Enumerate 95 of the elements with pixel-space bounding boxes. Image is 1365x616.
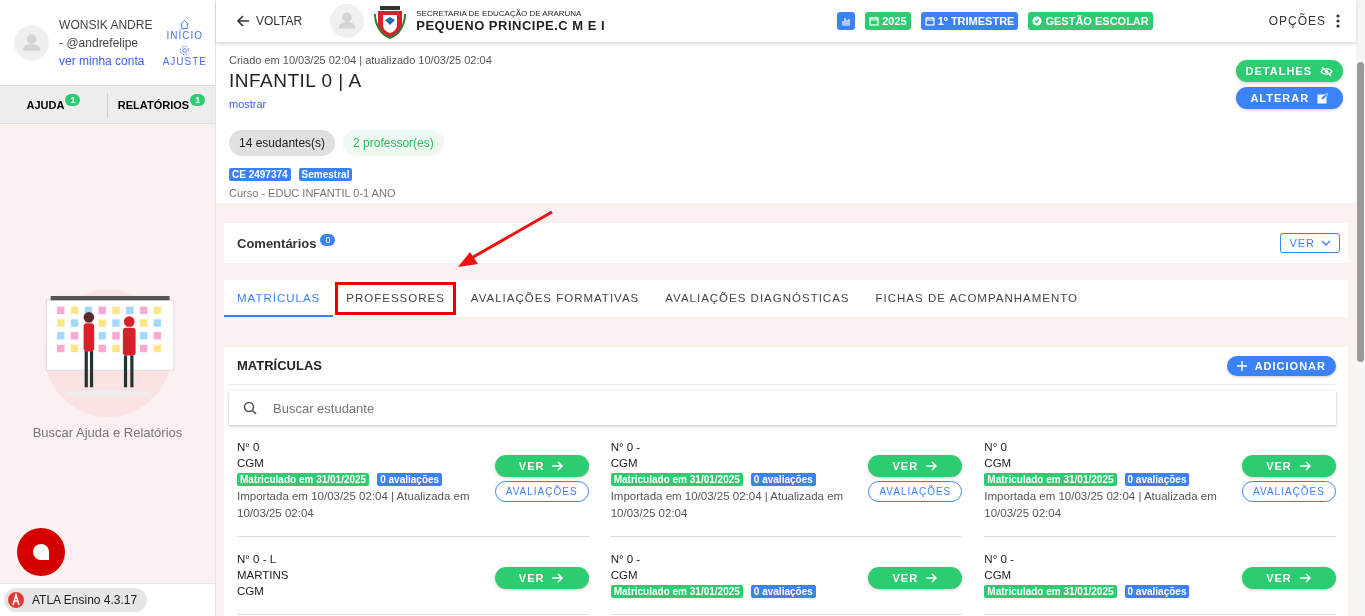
help-caption: Buscar Ajuda e Relatórios: [32, 425, 183, 440]
student-label: CGM: [610, 456, 639, 471]
sidebar-tab[interactable]: AJUDA 1: [0, 97, 107, 112]
status-chip: 2025: [865, 12, 911, 30]
arrow-right-icon: [552, 461, 565, 471]
evaluations-button[interactable]: AVALIAÇÕES: [1242, 481, 1336, 502]
info-tag: CE 2497374: [229, 168, 291, 181]
student-label: CGM: [237, 584, 265, 599]
arrow-right-icon: [1299, 461, 1312, 471]
evaluations-badge: 0 avaliações: [750, 473, 816, 486]
sidebar-tab[interactable]: RELATÓRIOS 1: [108, 97, 215, 112]
view-button[interactable]: VER: [868, 455, 963, 477]
arrow-right-icon: [1299, 573, 1312, 583]
options-button[interactable]: OPÇÕES: [1262, 13, 1346, 29]
evaluations-badge: 0 avaliações: [1124, 473, 1190, 486]
sidebar-nav-link[interactable]: INÍCIO: [166, 18, 204, 41]
class-title: INFANTIL 0 | A: [229, 70, 363, 92]
course-text: Curso - EDUC INFANTIL 0-1 ANO: [229, 187, 397, 199]
arrow-right-icon: [926, 573, 939, 583]
student-label: N° 0 - L: [237, 552, 278, 567]
evaluations-badge: 0 avaliações: [377, 473, 443, 486]
scrollbar[interactable]: [1356, 0, 1365, 616]
sidebar-nav-link[interactable]: AJUSTE: [162, 44, 207, 67]
student-label: CGM: [984, 456, 1013, 471]
section-tab[interactable]: PROFESSORES: [333, 280, 458, 317]
evaluations-badge: 0 avaliações: [1124, 585, 1190, 598]
calendar-icon: [869, 16, 880, 26]
timestamps-text: Criado em 10/03/25 02:04 | atualizado 10/03/25 02:04: [229, 54, 492, 66]
view-button[interactable]: VER: [868, 567, 963, 589]
status-chip: GESTÃO ESCOLAR: [1028, 12, 1153, 30]
search-field[interactable]: Buscar estudante: [229, 391, 1336, 425]
chevron-down-icon: [1321, 240, 1331, 246]
calendar-icon: [924, 16, 935, 26]
version-text: ATLA Ensino 4.3.17: [32, 593, 138, 607]
avatar-icon: [330, 4, 365, 38]
section-tab[interactable]: FICHAS DE ACOMPANHAMENTO: [862, 280, 1091, 317]
settings-icon: [179, 44, 191, 56]
enrolled-badge: Matriculado em 31/01/2025: [610, 585, 743, 598]
evaluations-button[interactable]: AVALIAÇÕES: [868, 481, 963, 502]
enrolled-badge: Matriculado em 31/01/2025: [610, 473, 743, 486]
add-button[interactable]: ADICIONAR: [1226, 355, 1336, 376]
view-comments-button[interactable]: VER: [1280, 233, 1340, 253]
eye-off-icon: [1320, 65, 1333, 77]
student-label: N° 0 -: [984, 552, 1015, 567]
evaluations-button[interactable]: AVALIAÇÕES: [494, 481, 589, 502]
section-tab[interactable]: AVALIAÇÕES FORMATIVAS: [457, 280, 653, 317]
account-link[interactable]: ver minha conta: [59, 51, 153, 70]
student-label: CGM: [237, 456, 265, 471]
comments-count: 0: [320, 234, 336, 246]
edit-icon: [1317, 92, 1329, 104]
import-date-text: Importada em 10/03/25 02:04 | Atualizada em 10/03/25 02:04: [237, 489, 471, 521]
teachers-count: 2 professor(es): [343, 130, 444, 156]
show-link[interactable]: mostrar: [229, 98, 267, 110]
more-vertical-icon: [1336, 14, 1340, 28]
chat-button[interactable]: [17, 528, 65, 576]
chat-bubble-icon: [32, 543, 50, 561]
view-button[interactable]: VER: [494, 567, 589, 589]
details-button[interactable]: DETALHES: [1235, 60, 1343, 82]
home-icon: [179, 18, 191, 30]
avatar-icon: [14, 24, 50, 61]
status-chip: 1º TRIMESTRE: [920, 12, 1019, 30]
student-label: N° 0: [237, 440, 261, 455]
enrollments-title: MATRÍCULAS: [237, 358, 322, 373]
back-button[interactable]: VOLTAR: [230, 13, 309, 29]
enrolled-badge: Matriculado em 31/01/2025: [984, 473, 1117, 486]
comments-title: Comentários: [237, 235, 317, 251]
student-label: N° 0: [984, 440, 1008, 455]
arrow-right-icon: [926, 461, 939, 471]
student-label: CGM: [984, 568, 1013, 583]
info-tag: Semestral: [298, 168, 353, 181]
students-count: 14 esudantes(s): [229, 130, 336, 156]
import-date-text: Importada em 10/03/25 02:04 | Atualizada em 10/03/25 02:04: [610, 489, 845, 521]
student-label: N° 0 -: [610, 552, 642, 567]
org-subtitle: SECRETARIA DE EDUCAÇÃO DE ARARUNA: [416, 9, 583, 18]
view-button[interactable]: VER: [1242, 455, 1336, 477]
section-tab[interactable]: AVALIAÇÕES DIAGNÓSTICAS: [652, 280, 863, 317]
app-logo-icon: [8, 592, 24, 608]
enrolled-badge: Matriculado em 31/01/2025: [237, 473, 370, 486]
evaluations-badge: 0 avaliações: [750, 585, 816, 598]
student-label: CGM: [610, 568, 639, 583]
view-button[interactable]: VER: [1242, 567, 1336, 589]
school-name: PEQUENO PRINCIPE.C M E I: [416, 18, 606, 33]
import-date-text: Importada em 10/03/25 02:04 | Atualizada em 10/03/25 02:04: [984, 489, 1218, 521]
student-label: N° 0 -: [610, 440, 642, 455]
bar-chart-icon: [841, 16, 852, 26]
user-name: WONSIK ANDRE - @andrefelipe: [59, 16, 153, 52]
student-label: MARTINS: [237, 568, 290, 583]
enrolled-badge: Matriculado em 31/01/2025: [984, 585, 1117, 598]
section-tab[interactable]: MATRÍCULAS: [224, 280, 334, 317]
check-circle-icon: [1032, 16, 1043, 26]
plus-icon: [1236, 360, 1247, 371]
edit-button[interactable]: ALTERAR: [1235, 87, 1343, 109]
arrow-left-icon: [236, 14, 250, 28]
arrow-right-icon: [552, 573, 565, 583]
view-button[interactable]: VER: [494, 455, 589, 477]
